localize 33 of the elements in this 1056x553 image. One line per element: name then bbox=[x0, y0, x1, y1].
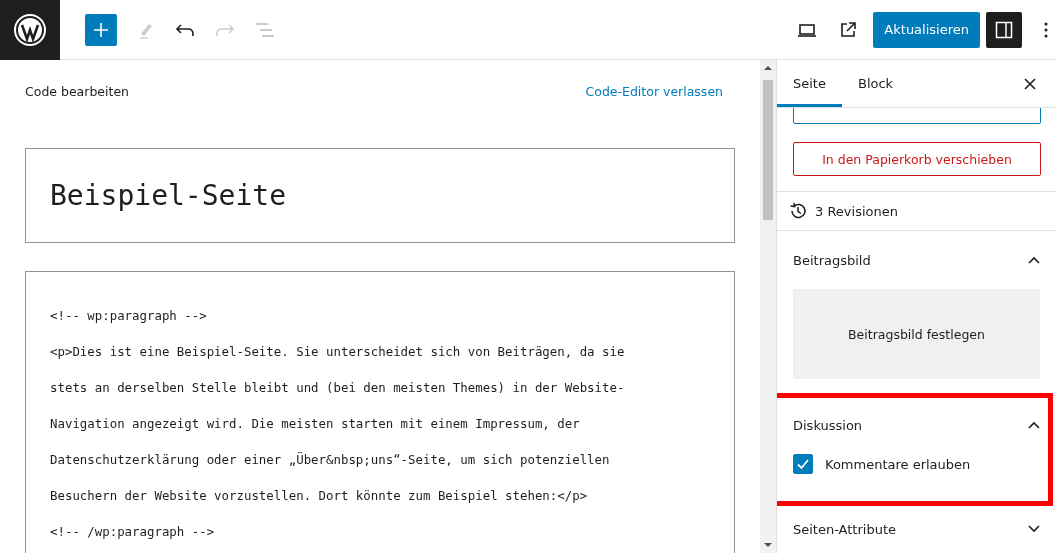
scroll-down-icon[interactable] bbox=[764, 543, 772, 547]
settings-toggle[interactable] bbox=[986, 11, 1022, 48]
set-featured-image-button[interactable]: Beitragsbild festlegen bbox=[793, 289, 1040, 379]
panel-header[interactable]: Diskussion bbox=[793, 396, 1040, 454]
checkbox[interactable] bbox=[793, 454, 813, 474]
chevron-icon bbox=[1028, 421, 1040, 429]
scroll-up-icon[interactable] bbox=[764, 66, 772, 70]
sidebar-tab[interactable]: Block bbox=[841, 60, 910, 107]
checkbox-label: Kommentare erlauben bbox=[825, 456, 971, 472]
chevron-icon bbox=[1028, 256, 1040, 264]
add-block-icon[interactable] bbox=[85, 13, 117, 46]
code-field[interactable]: <!-- wp:paragraph --> <p>Dies ist eine Beispiel-Seite. Sie unterscheidet sich von Beiträgen, da sie stets an derselben Stelle bleibt und (bei den meisten Themes) in der Website- Navigation angezeigt wird. Die meisten starten mit einem Impressum, der Datenschutzerklärung oder einer „Über&nbsp;uns“-Seite, um sich potenziellen Besuchern der Website vorzustellen. Dort könnte zum Beispiel stehen:</p> <!-- /wp:paragraph --> bbox=[25, 271, 735, 553]
wordpress-logo[interactable] bbox=[0, 0, 60, 60]
external-link-icon[interactable] bbox=[839, 20, 858, 39]
exit-code-editor-link[interactable]: Code-Editor verlassen bbox=[585, 83, 723, 99]
title-field[interactable]: Beispiel-Seite bbox=[25, 148, 735, 243]
checkmark-icon bbox=[796, 457, 810, 471]
more-options-icon[interactable] bbox=[1044, 21, 1048, 38]
editor-heading: Code bearbeiten bbox=[25, 83, 129, 99]
sidebar-tab[interactable]: Seite bbox=[777, 60, 842, 107]
revisions-link[interactable]: 3 Revisionen bbox=[815, 203, 898, 219]
chevron-icon bbox=[1028, 525, 1040, 533]
sidebar-panel-icon bbox=[995, 20, 1013, 39]
close-icon[interactable] bbox=[1024, 77, 1036, 90]
panel-header[interactable]: Beitragsbild bbox=[793, 231, 1040, 289]
panel-header[interactable]: Seiten-Attribute bbox=[793, 503, 1040, 553]
laptop-icon[interactable] bbox=[797, 21, 818, 38]
scroll-thumb[interactable] bbox=[763, 80, 773, 220]
scrollbar[interactable] bbox=[760, 60, 777, 553]
history-icon bbox=[789, 202, 807, 220]
update-button[interactable]: Aktualisieren bbox=[873, 11, 980, 48]
move-to-trash-button[interactable]: In den Papierkorb verschieben bbox=[793, 142, 1041, 176]
undo-icon[interactable] bbox=[175, 22, 195, 37]
